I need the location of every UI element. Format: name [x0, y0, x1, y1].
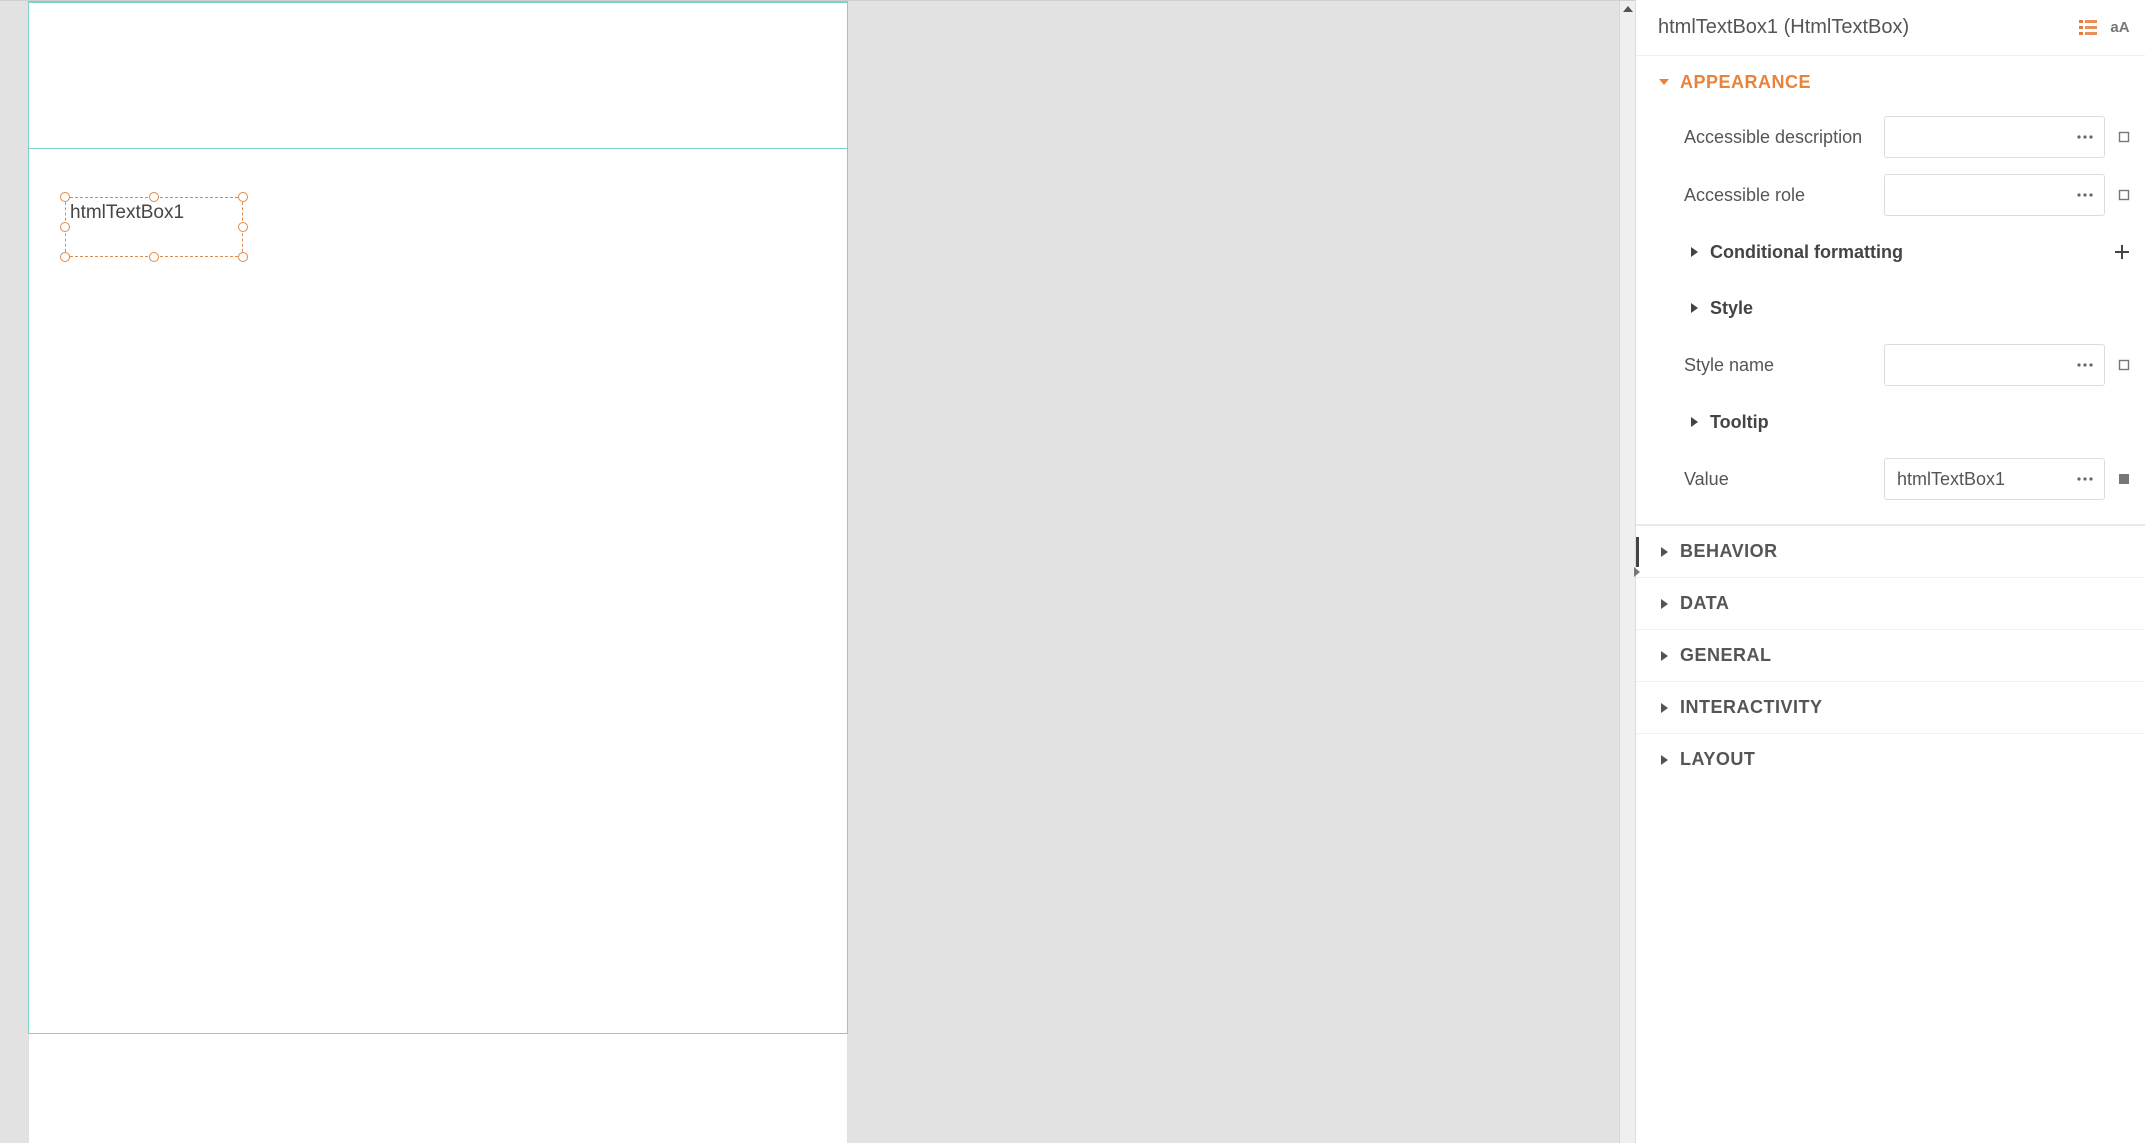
category-title: DATA	[1680, 593, 1729, 614]
category-header-general[interactable]: GENERAL	[1636, 629, 2145, 681]
expression-toggle-icon[interactable]	[2115, 356, 2133, 374]
resize-handle-sw[interactable]	[60, 252, 70, 262]
resize-handle-nw[interactable]	[60, 192, 70, 202]
expression-toggle-icon[interactable]	[2115, 186, 2133, 204]
panel-collapse-handle[interactable]	[1633, 560, 1641, 584]
category-appearance: APPEARANCE Accessible description	[1636, 56, 2145, 525]
row-style-name: Style name	[1636, 336, 2145, 394]
page-header-section[interactable]	[28, 1, 848, 149]
scroll-up-icon[interactable]	[1620, 1, 1635, 17]
add-icon[interactable]	[2111, 241, 2133, 263]
expression-toggle-icon[interactable]	[2115, 470, 2133, 488]
category-header-appearance[interactable]: APPEARANCE	[1636, 56, 2145, 108]
row-accessible-role: Accessible role	[1636, 166, 2145, 224]
row-style[interactable]: Style	[1636, 280, 2145, 336]
row-value: Value htmlTextBox1	[1636, 450, 2145, 508]
properties-header: htmlTextBox1 (HtmlTextBox) aA	[1636, 0, 2145, 56]
category-behavior: BEHAVIOR	[1636, 525, 2145, 577]
chevron-right-icon	[1654, 650, 1674, 662]
ellipsis-icon[interactable]	[2072, 182, 2098, 208]
chevron-right-icon	[1654, 754, 1674, 766]
chevron-right-icon	[1684, 417, 1704, 427]
category-title: BEHAVIOR	[1680, 541, 1778, 562]
alphabetical-view-icon[interactable]: aA	[2109, 17, 2131, 39]
category-header-layout[interactable]: LAYOUT	[1636, 733, 2145, 785]
category-data: DATA	[1636, 577, 2145, 629]
row-conditional-formatting[interactable]: Conditional formatting	[1636, 224, 2145, 280]
category-interactivity: INTERACTIVITY	[1636, 681, 2145, 733]
input-value: htmlTextBox1	[1897, 469, 2072, 490]
category-layout: LAYOUT	[1636, 733, 2145, 785]
category-header-behavior[interactable]: BEHAVIOR	[1636, 525, 2145, 577]
value-input[interactable]: htmlTextBox1	[1884, 458, 2105, 500]
property-label: Value	[1684, 469, 1876, 490]
chevron-right-icon	[1684, 247, 1704, 257]
report-page[interactable]: htmlTextBox1	[28, 1, 848, 1143]
resize-handle-e[interactable]	[238, 222, 248, 232]
chevron-down-icon	[1654, 76, 1674, 88]
ellipsis-icon[interactable]	[2072, 124, 2098, 150]
resize-handle-w[interactable]	[60, 222, 70, 232]
resize-handle-n[interactable]	[149, 192, 159, 202]
row-tooltip[interactable]: Tooltip	[1636, 394, 2145, 450]
style-name-input[interactable]	[1884, 344, 2105, 386]
selected-htmltextbox[interactable]: htmlTextBox1	[65, 197, 243, 257]
property-label: Style	[1710, 298, 2133, 319]
property-label: Accessible description	[1684, 127, 1876, 148]
selected-item-label: htmlTextBox1	[70, 202, 184, 224]
accessible-role-input[interactable]	[1884, 174, 2105, 216]
accessible-description-input[interactable]	[1884, 116, 2105, 158]
category-title: APPEARANCE	[1680, 72, 1811, 93]
page-footer-section[interactable]	[28, 1034, 848, 1143]
chevron-right-icon	[1654, 546, 1674, 558]
categorized-view-icon[interactable]	[2077, 17, 2099, 39]
expression-toggle-icon[interactable]	[2115, 128, 2133, 146]
resize-handle-s[interactable]	[149, 252, 159, 262]
chevron-right-icon	[1654, 702, 1674, 714]
property-label: Accessible role	[1684, 185, 1876, 206]
design-canvas[interactable]: htmlTextBox1	[0, 0, 1635, 1143]
property-label: Style name	[1684, 355, 1876, 376]
page-body-section[interactable]: htmlTextBox1	[28, 149, 848, 1034]
resize-handle-se[interactable]	[238, 252, 248, 262]
category-title: LAYOUT	[1680, 749, 1755, 770]
category-header-data[interactable]: DATA	[1636, 577, 2145, 629]
ellipsis-icon[interactable]	[2072, 466, 2098, 492]
ellipsis-icon[interactable]	[2072, 352, 2098, 378]
selected-object-title: htmlTextBox1 (HtmlTextBox)	[1658, 16, 2077, 39]
resize-handle-ne[interactable]	[238, 192, 248, 202]
properties-panel: htmlTextBox1 (HtmlTextBox) aA	[1635, 0, 2145, 1143]
property-label: Conditional formatting	[1710, 242, 2111, 263]
category-title: GENERAL	[1680, 645, 1772, 666]
category-title: INTERACTIVITY	[1680, 697, 1823, 718]
category-general: GENERAL	[1636, 629, 2145, 681]
property-label: Tooltip	[1710, 412, 2133, 433]
category-header-interactivity[interactable]: INTERACTIVITY	[1636, 681, 2145, 733]
row-accessible-description: Accessible description	[1636, 108, 2145, 166]
chevron-right-icon	[1684, 303, 1704, 313]
chevron-right-icon	[1654, 598, 1674, 610]
